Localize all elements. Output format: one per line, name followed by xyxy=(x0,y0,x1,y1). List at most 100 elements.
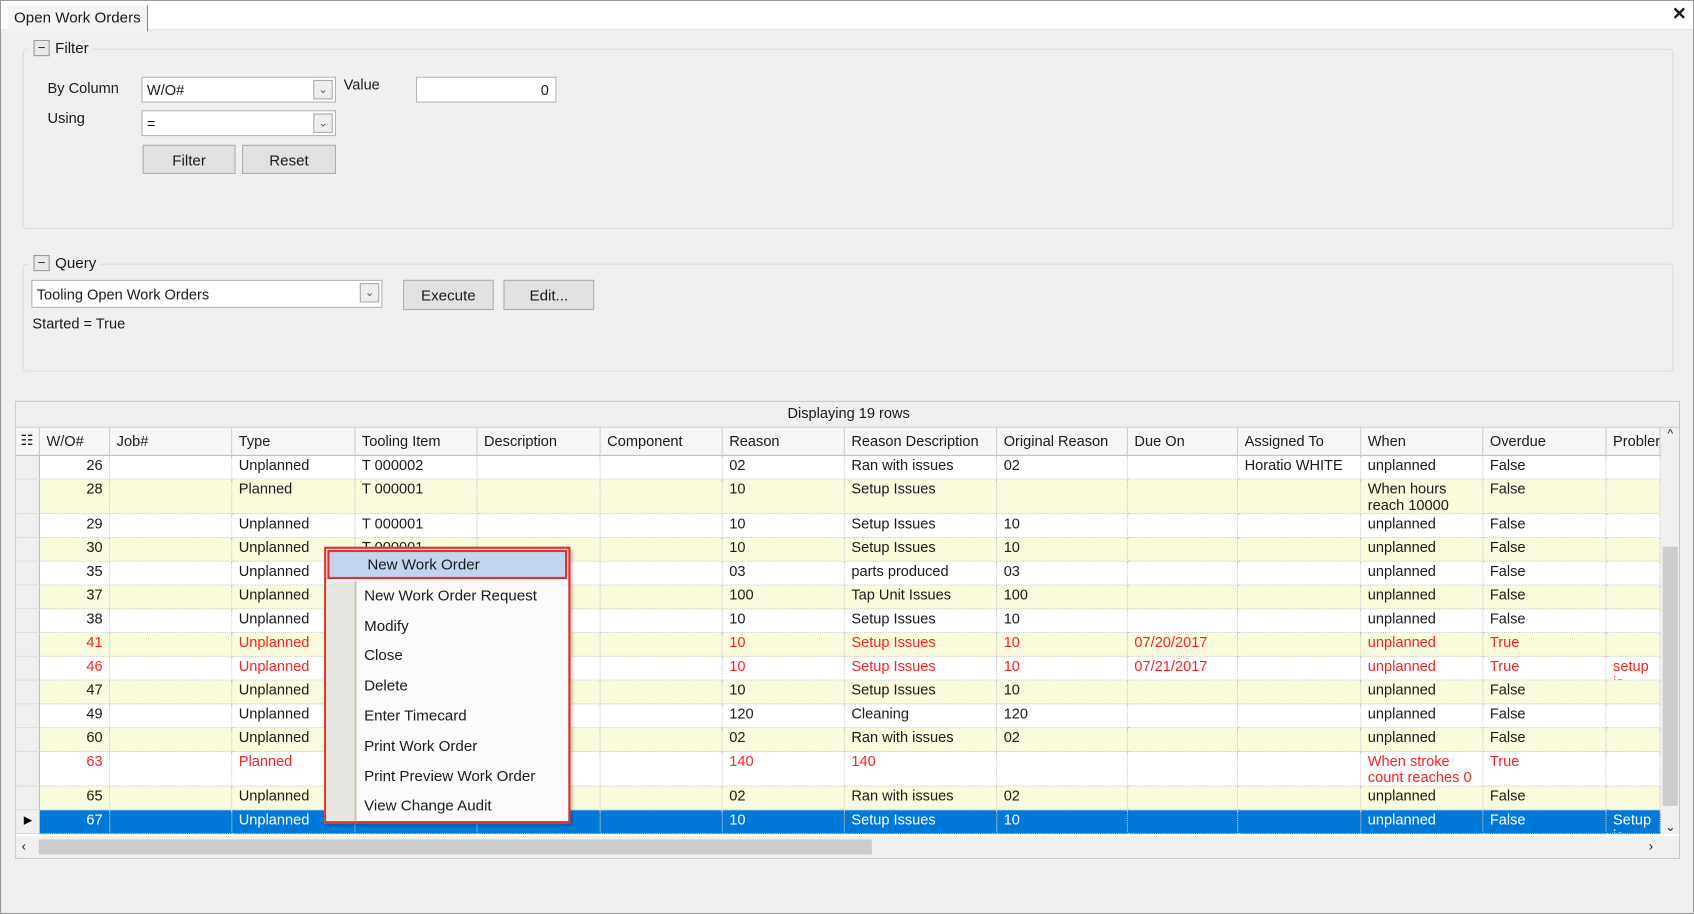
cell-w-o[interactable]: 60 xyxy=(39,728,111,752)
table-row[interactable]: 63 Planned 140 140 When stroke count reaches… xyxy=(16,751,1661,787)
column-header[interactable]: Type xyxy=(232,427,356,456)
cell-component[interactable] xyxy=(600,728,723,752)
cell-overdue[interactable]: False xyxy=(1483,479,1607,515)
cell-overdue[interactable]: True xyxy=(1483,656,1607,681)
tab-open-work-orders[interactable]: Open Work Orders xyxy=(7,5,149,32)
column-chooser-icon[interactable]: ☷ xyxy=(16,427,40,456)
cell-job[interactable] xyxy=(110,609,233,634)
cell-w-o[interactable]: 26 xyxy=(39,455,111,480)
cell-original-reason[interactable]: 02 xyxy=(997,786,1128,811)
collapse-icon[interactable]: − xyxy=(33,254,50,271)
cell-reason-description[interactable]: Setup Issues xyxy=(844,810,998,835)
cell-reason-description[interactable]: Setup Issues xyxy=(844,479,998,515)
value-input[interactable]: 0 xyxy=(415,76,557,103)
cell-due-on[interactable]: 07/20/2017 xyxy=(1127,633,1239,657)
row-header[interactable] xyxy=(16,633,40,657)
cell-due-on[interactable] xyxy=(1127,751,1239,787)
cell-reason-description[interactable]: Tap Unit Issues xyxy=(844,585,998,610)
cell-reason-description[interactable]: Setup Issues xyxy=(844,609,998,634)
chevron-down-icon[interactable]: ⌄ xyxy=(359,283,380,303)
cell-original-reason[interactable]: 10 xyxy=(997,680,1128,705)
cell-probler[interactable] xyxy=(1606,728,1661,752)
cell-reason[interactable]: 10 xyxy=(722,810,845,835)
menu-item-new-work-order-request[interactable]: New Work Order Request xyxy=(326,581,568,611)
cell-type[interactable]: Unplanned xyxy=(232,455,356,480)
vertical-scroll-thumb[interactable] xyxy=(1662,546,1678,806)
cell-component[interactable] xyxy=(600,633,723,657)
row-header[interactable] xyxy=(16,656,40,681)
cell-overdue[interactable]: False xyxy=(1483,585,1607,610)
cell-overdue[interactable]: False xyxy=(1483,561,1607,586)
cell-reason-description[interactable]: parts produced xyxy=(844,561,998,586)
cell-probler[interactable]: setup is xyxy=(1606,656,1661,681)
cell-due-on[interactable] xyxy=(1127,728,1239,752)
cell-assigned-to[interactable] xyxy=(1238,585,1362,610)
cell-when[interactable]: unplanned xyxy=(1361,633,1484,657)
cell-job[interactable] xyxy=(110,479,233,515)
cell-due-on[interactable] xyxy=(1127,786,1239,811)
cell-original-reason[interactable]: 02 xyxy=(997,728,1128,752)
cell-due-on[interactable] xyxy=(1127,680,1239,705)
cell-reason-description[interactable]: Setup Issues xyxy=(844,680,998,705)
menu-item-print-work-order[interactable]: Print Work Order xyxy=(326,731,568,761)
cell-probler[interactable] xyxy=(1606,561,1661,586)
scroll-left-icon[interactable]: ‹ xyxy=(22,838,26,853)
cell-reason-description[interactable]: Setup Issues xyxy=(844,633,998,657)
by-column-select[interactable]: W/O# ⌄ xyxy=(141,76,337,103)
cell-component[interactable] xyxy=(600,455,723,480)
scroll-right-icon[interactable]: › xyxy=(1649,838,1653,853)
cell-reason[interactable]: 02 xyxy=(722,728,845,752)
cell-assigned-to[interactable] xyxy=(1238,609,1362,634)
cell-when[interactable]: When hours reach 10000 xyxy=(1361,479,1484,515)
cell-assigned-to[interactable] xyxy=(1238,633,1362,657)
cell-component[interactable] xyxy=(600,786,723,811)
column-header[interactable]: Original Reason xyxy=(997,427,1128,456)
cell-overdue[interactable]: False xyxy=(1483,680,1607,705)
cell-job[interactable] xyxy=(110,680,233,705)
cell-overdue[interactable]: False xyxy=(1483,455,1607,480)
cell-probler[interactable] xyxy=(1606,514,1661,539)
cell-reason[interactable]: 120 xyxy=(722,704,845,729)
cell-w-o[interactable]: 47 xyxy=(39,680,111,705)
column-header[interactable]: Job# xyxy=(110,427,233,456)
cell-original-reason[interactable]: 10 xyxy=(997,633,1128,657)
cell-reason-description[interactable]: Ran with issues xyxy=(844,728,998,752)
cell-probler[interactable] xyxy=(1606,455,1661,480)
table-row[interactable]: 35 Unplanned 03 parts produced 03 unplanned Fa… xyxy=(16,561,1661,586)
close-icon[interactable]: ✕ xyxy=(1672,3,1686,25)
cell-original-reason[interactable]: 02 xyxy=(997,455,1128,480)
chevron-down-icon[interactable]: ⌄ xyxy=(313,113,333,133)
cell-component[interactable] xyxy=(600,538,723,562)
table-row[interactable]: 28 Planned T 000001 10 Setup Issues When hour… xyxy=(16,479,1661,515)
cell-due-on[interactable] xyxy=(1127,810,1239,835)
cell-assigned-to[interactable]: Horatio WHITE xyxy=(1238,455,1362,480)
cell-original-reason[interactable]: 10 xyxy=(997,514,1128,539)
cell-reason-description[interactable]: Setup Issues xyxy=(844,656,998,681)
cell-probler[interactable] xyxy=(1606,585,1661,610)
cell-when[interactable]: unplanned xyxy=(1361,609,1484,634)
cell-overdue[interactable]: False xyxy=(1483,704,1607,729)
table-row[interactable]: 41 Unplanned 10 Setup Issues 10 07/20/2017 unp… xyxy=(16,633,1661,657)
cell-overdue[interactable]: False xyxy=(1483,786,1607,811)
row-header[interactable] xyxy=(16,704,40,729)
cell-due-on[interactable] xyxy=(1127,538,1239,562)
cell-assigned-to[interactable] xyxy=(1238,810,1362,835)
cell-assigned-to[interactable] xyxy=(1238,656,1362,681)
cell-due-on[interactable] xyxy=(1127,704,1239,729)
cell-overdue[interactable]: False xyxy=(1483,810,1607,835)
menu-item-view-change-audit[interactable]: View Change Audit xyxy=(326,791,568,821)
cell-job[interactable] xyxy=(110,585,233,610)
cell-original-reason[interactable]: 10 xyxy=(997,538,1128,562)
cell-original-reason[interactable]: 03 xyxy=(997,561,1128,586)
cell-component[interactable] xyxy=(600,680,723,705)
cell-job[interactable] xyxy=(110,786,233,811)
cell-reason-description[interactable]: Setup Issues xyxy=(844,538,998,562)
filter-button[interactable]: Filter xyxy=(142,144,236,174)
row-header[interactable] xyxy=(16,514,40,539)
cell-reason[interactable]: 02 xyxy=(722,455,845,480)
cell-job[interactable] xyxy=(110,514,233,539)
row-header[interactable] xyxy=(16,585,40,610)
cell-probler[interactable] xyxy=(1606,680,1661,705)
cell-assigned-to[interactable] xyxy=(1238,786,1362,811)
column-header[interactable]: W/O# xyxy=(39,427,111,456)
